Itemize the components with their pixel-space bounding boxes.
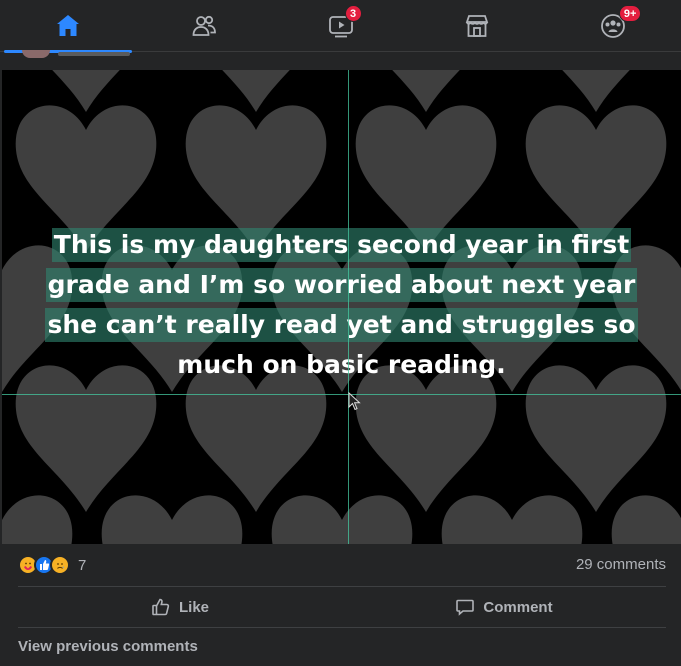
groups-notification-badge: 9+ bbox=[618, 5, 642, 22]
nav-tab-friends[interactable] bbox=[136, 0, 272, 52]
reaction-count: 7 bbox=[78, 556, 87, 574]
watch-notification-badge: 3 bbox=[344, 5, 362, 22]
post-actions: Like Comment bbox=[18, 588, 666, 626]
nav-tab-groups[interactable]: 9+ bbox=[545, 0, 681, 52]
post-image[interactable]: This is my daughters second year in firs… bbox=[2, 70, 681, 544]
nav-tab-marketplace[interactable] bbox=[409, 0, 545, 52]
marketplace-icon bbox=[465, 15, 488, 37]
caption-line: much on basic reading. bbox=[177, 350, 506, 379]
comment-button[interactable]: Comment bbox=[342, 588, 666, 626]
nav-tab-home[interactable] bbox=[0, 0, 136, 53]
horizontal-guide-line bbox=[2, 394, 681, 395]
comments-count-link[interactable]: 29 comments bbox=[576, 556, 666, 573]
author-avatar[interactable] bbox=[22, 50, 50, 58]
author-name[interactable] bbox=[58, 52, 130, 56]
reactions-summary[interactable]: 7 bbox=[18, 552, 86, 578]
friends-icon bbox=[192, 15, 217, 36]
comment-icon bbox=[456, 599, 475, 616]
comment-label: Comment bbox=[483, 598, 553, 616]
thumbs-up-icon bbox=[152, 598, 170, 616]
nav-tab-watch[interactable]: 3 bbox=[272, 0, 408, 52]
sad-reaction-icon bbox=[50, 555, 70, 575]
caption-line: grade and I’m so worried about next year bbox=[45, 268, 638, 302]
vertical-guide-line bbox=[348, 70, 349, 544]
like-button[interactable]: Like bbox=[18, 588, 342, 626]
divider bbox=[18, 586, 666, 587]
top-navigation-bar: 3 9+ bbox=[0, 0, 681, 53]
home-icon bbox=[57, 15, 80, 36]
post-caption: This is my daughters second year in firs… bbox=[2, 228, 681, 388]
caption-line: This is my daughters second year in firs… bbox=[51, 228, 632, 262]
facebook-post-screen: 3 9+ This is my daughters second year in… bbox=[0, 0, 681, 666]
view-previous-comments-link[interactable]: View previous comments bbox=[18, 638, 198, 655]
mouse-cursor-icon bbox=[348, 392, 361, 411]
like-label: Like bbox=[178, 598, 209, 616]
caption-line: she can’t really read yet and struggles … bbox=[45, 308, 638, 342]
divider bbox=[18, 627, 666, 628]
